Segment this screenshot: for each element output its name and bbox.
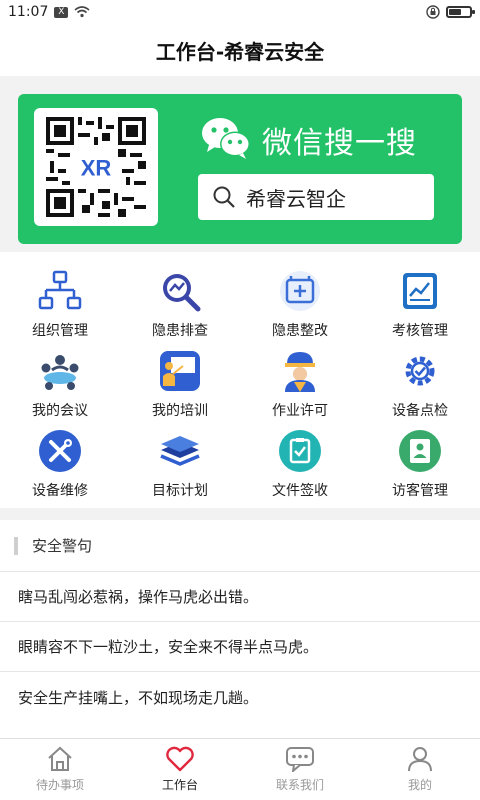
tab-label: 工作台 (161, 778, 198, 792)
page-title: 工作台-希睿云安全 (155, 39, 325, 64)
grid-item-equipment-check[interactable]: 设备点检 (360, 344, 480, 424)
hazard-fix-icon (280, 271, 320, 311)
battery-icon (446, 6, 475, 18)
work-permit-icon (285, 352, 315, 392)
equipment-check-icon (405, 356, 435, 386)
clock: 11:07 (8, 4, 49, 20)
grid-item-label: 隐患整改 (272, 323, 328, 339)
grid-item-label: 设备维修 (32, 483, 88, 499)
grid-item-equipment-repair[interactable]: 设备维修 (0, 424, 120, 504)
feature-grid: 组织管理 隐患排查 隐患整改 考核管理 我的会议 我的培训 作业许可 设备点检 … (0, 252, 480, 504)
tab-todo[interactable]: 待办事项 (0, 739, 120, 800)
training-icon (160, 351, 200, 391)
grid-item-org-management[interactable]: 组织管理 (0, 264, 120, 344)
visitor-icon (399, 430, 441, 472)
search-icon (213, 186, 235, 208)
tab-label: 联系我们 (275, 778, 324, 792)
grid-item-my-meetings[interactable]: 我的会议 (0, 344, 120, 424)
grid-item-label: 目标计划 (152, 483, 208, 499)
grid-item-my-training[interactable]: 我的培训 (120, 344, 240, 424)
grid-item-label: 我的会议 (32, 403, 88, 419)
tab-label: 我的 (407, 778, 432, 792)
qr-code: XR (34, 108, 158, 226)
org-chart-icon (38, 270, 82, 310)
grid-item-file-sign[interactable]: 文件签收 (240, 424, 360, 504)
tab-me[interactable]: 我的 (360, 739, 480, 800)
list-item[interactable]: 安全生产挂嘴上，不如现场走几趟。 (0, 672, 480, 722)
target-plan-icon (160, 436, 200, 466)
safety-slogans-header: 安全警句 (0, 520, 480, 572)
search-text: 希睿云智企 (246, 186, 346, 211)
grid-item-label: 文件签收 (272, 483, 328, 499)
slogan-text: 瞎马乱闯必惹祸，操作马虎必出错。 (18, 588, 259, 606)
heart-icon (166, 746, 194, 772)
hazard-inspect-icon (163, 274, 201, 312)
grid-item-target-plan[interactable]: 目标计划 (120, 424, 240, 504)
tab-workbench[interactable]: 工作台 (120, 739, 240, 800)
meeting-icon (41, 355, 79, 390)
page-title-bar: 工作台-希睿云安全 (0, 24, 480, 76)
home-icon (48, 746, 72, 771)
user-icon (408, 747, 432, 772)
grid-item-assessment[interactable]: 考核管理 (360, 264, 480, 344)
file-sign-icon (279, 430, 321, 472)
grid-item-label: 我的培训 (152, 403, 208, 419)
status-bar: 11:07 X (0, 0, 480, 24)
slogan-text: 眼睛容不下一粒沙土，安全来不得半点马虎。 (18, 638, 319, 656)
tab-contact-us[interactable]: 联系我们 (240, 739, 360, 800)
list-item[interactable]: 眼睛容不下一粒沙土，安全来不得半点马虎。 (0, 622, 480, 672)
wechat-search-title: 微信搜一搜 (262, 126, 417, 161)
tab-label: 待办事项 (35, 778, 84, 792)
repair-icon (39, 430, 81, 472)
grid-item-visitor-management[interactable]: 访客管理 (360, 424, 480, 504)
wifi-icon (74, 6, 90, 18)
qr-logo: XR (81, 155, 112, 180)
wechat-search-banner[interactable]: XR 微信搜一搜 希睿云智企 (18, 94, 462, 244)
list-item[interactable]: 瞎马乱闯必惹祸，操作马虎必出错。 (0, 572, 480, 622)
grid-item-hazard-rectification[interactable]: 隐患整改 (240, 264, 360, 344)
grid-item-label: 组织管理 (32, 323, 88, 339)
grid-item-label: 隐患排查 (152, 323, 208, 339)
wechat-search-box[interactable]: 希睿云智企 (198, 174, 434, 220)
slogan-text: 安全生产挂嘴上，不如现场走几趟。 (18, 688, 259, 707)
grid-item-label: 作业许可 (272, 403, 328, 419)
assessment-icon (403, 273, 437, 309)
grid-item-hazard-inspection[interactable]: 隐患排查 (120, 264, 240, 344)
bottom-tab-bar: 待办事项 工作台 联系我们 我的 (0, 738, 480, 800)
grid-item-label: 设备点检 (392, 403, 448, 419)
qr-code-icon: XR (46, 117, 146, 217)
section-title: 安全警句 (32, 537, 93, 555)
chat-icon (286, 747, 314, 772)
grid-item-label: 考核管理 (392, 323, 448, 339)
lock-rotation-icon (426, 5, 440, 19)
grid-item-work-permit[interactable]: 作业许可 (240, 344, 360, 424)
notification-x-icon: X (54, 6, 69, 18)
wechat-logo-icon (202, 118, 250, 159)
grid-item-label: 访客管理 (392, 483, 448, 499)
